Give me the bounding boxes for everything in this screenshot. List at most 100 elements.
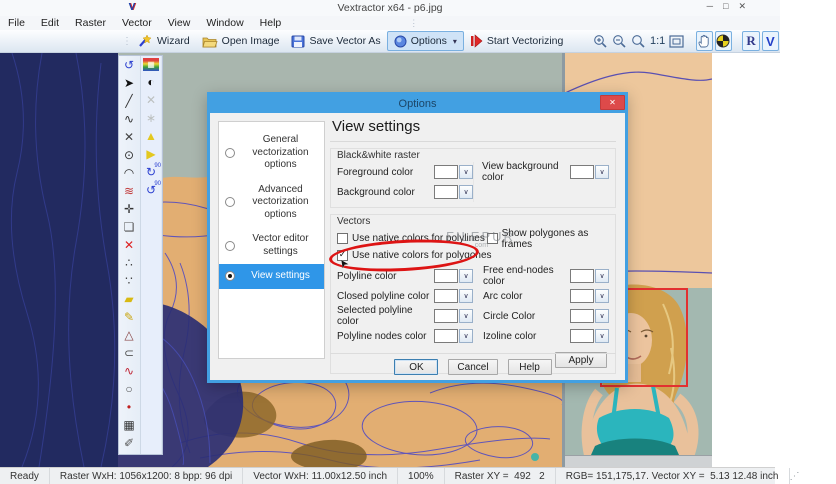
pan-move-icon[interactable]: ✛: [119, 200, 139, 218]
checkbox-row[interactable]: ✓ Use native colors for polygones ➤: [328, 236, 609, 275]
cut-eraser-icon[interactable]: ✎: [119, 308, 139, 326]
point-tool-icon[interactable]: •: [119, 398, 139, 416]
move-node-icon[interactable]: ∵: [119, 272, 139, 290]
zoom-window-button[interactable]: [630, 31, 647, 51]
zoom-out-button[interactable]: [611, 31, 628, 51]
color-dropdown[interactable]: ∨: [434, 185, 473, 199]
add-node-icon[interactable]: ∴: [119, 254, 139, 272]
color-dropdown[interactable]: ∨: [434, 165, 473, 179]
maximize-icon[interactable]: □: [723, 1, 728, 12]
options-nav-item[interactable]: General vectorization options: [219, 128, 324, 178]
chevron-down-icon[interactable]: ∨: [459, 289, 473, 303]
chevron-down-icon[interactable]: ∨: [459, 165, 473, 179]
minimize-icon[interactable]: ─: [707, 1, 713, 12]
cancel-button[interactable]: Cancel: [448, 359, 498, 375]
zoom-window-icon: [632, 34, 645, 48]
circle-tool-icon[interactable]: ⊙: [119, 146, 139, 164]
eraser-icon[interactable]: ▰: [119, 290, 139, 308]
rotate-ccw-icon[interactable]: ↺ 90: [141, 181, 161, 199]
crossed-tools-icon[interactable]: ✕: [141, 91, 161, 109]
open-image-button[interactable]: Open Image: [196, 31, 286, 51]
color-dropdown[interactable]: ∨: [570, 329, 609, 343]
chevron-down-icon[interactable]: ∨: [459, 269, 473, 283]
wizard-button[interactable]: Wizard: [132, 31, 196, 51]
chevron-down-icon[interactable]: ∨: [459, 309, 473, 323]
radio-button-icon[interactable]: [225, 240, 235, 251]
color-dropdown[interactable]: ∨: [434, 309, 473, 323]
start-vectorizing-button[interactable]: Start Vectorizing: [464, 31, 569, 51]
chevron-down-icon[interactable]: ∨: [459, 185, 473, 199]
color-dropdown[interactable]: ∨: [570, 269, 609, 283]
options-nav-item[interactable]: View settings: [219, 264, 324, 289]
zoom-in-button[interactable]: [592, 31, 609, 51]
copy-shape-icon[interactable]: ❏: [119, 218, 139, 236]
color-dropdown[interactable]: ∨: [570, 309, 609, 323]
ok-button[interactable]: OK: [394, 359, 439, 375]
contrast-icon[interactable]: ◐: [141, 73, 161, 91]
color-dropdown[interactable]: ∨: [434, 329, 473, 343]
palette-icon[interactable]: ▦: [143, 58, 159, 71]
center-target-button[interactable]: [714, 31, 733, 51]
smooth-curve-icon[interactable]: ∿: [119, 362, 139, 380]
checkbox-row[interactable]: ✓ Show polygones as frames ➤: [486, 228, 609, 250]
dropdown-arrow-icon[interactable]: ▾: [453, 37, 457, 46]
chevron-down-icon[interactable]: ∨: [595, 329, 609, 343]
radio-button-icon[interactable]: [225, 147, 235, 158]
rotate-cw-icon[interactable]: ↻ 90: [141, 163, 161, 181]
polyline-tool-icon[interactable]: ∿: [119, 110, 139, 128]
status-segment: RGB= 151,175,17. Vector XY = 5.13 12.48 …: [556, 468, 790, 484]
help-button[interactable]: Help: [507, 359, 552, 375]
flip-horizontal-icon[interactable]: ▲: [141, 127, 161, 145]
open-image-label: Open Image: [221, 35, 280, 47]
color-dropdown[interactable]: ∨: [434, 289, 473, 303]
menu-item[interactable]: Help: [252, 17, 290, 29]
line-tool-icon[interactable]: ╱: [119, 92, 139, 110]
menu-item[interactable]: View: [160, 17, 199, 29]
arc-nodes-icon[interactable]: ⊂: [119, 344, 139, 362]
zoom-actual-size-button[interactable]: 1:1: [649, 31, 666, 51]
grid-icon[interactable]: ▦: [119, 416, 139, 434]
spray-icon[interactable]: ∗: [141, 109, 161, 127]
flip-vertical-icon[interactable]: ▶: [141, 145, 161, 163]
dialog-title-bar[interactable]: Options ✕: [209, 94, 626, 113]
options-nav-item[interactable]: Vector editor settings: [219, 227, 324, 264]
ellipse-node-icon[interactable]: ○: [119, 380, 139, 398]
close-icon[interactable]: ✕: [738, 1, 746, 12]
options-nav-item[interactable]: Advanced vectorization options: [219, 178, 324, 228]
color-dropdown[interactable]: ∨: [434, 269, 473, 283]
menu-item[interactable]: Raster: [67, 17, 114, 29]
vector-view-button[interactable]: V: [761, 31, 779, 51]
chevron-down-icon[interactable]: ∨: [595, 269, 609, 283]
checkbox-icon[interactable]: ✓: [337, 233, 348, 244]
menu-item[interactable]: File: [0, 17, 33, 29]
dialog-content: View settings Black&white raster Foregro…: [328, 116, 616, 374]
pan-hand-button[interactable]: [695, 31, 713, 51]
chevron-down-icon[interactable]: ∨: [595, 165, 609, 179]
fit-to-window-button[interactable]: [668, 31, 685, 51]
menu-item[interactable]: Vector: [114, 17, 160, 29]
select-cursor-icon[interactable]: ➤: [119, 74, 139, 92]
color-dropdown[interactable]: ∨: [570, 165, 609, 179]
color-dropdown[interactable]: ∨: [570, 289, 609, 303]
chevron-down-icon[interactable]: ∨: [595, 289, 609, 303]
undo-icon[interactable]: ↺: [119, 56, 139, 74]
colored-polyline-icon[interactable]: ≋: [119, 182, 139, 200]
raster-view-button[interactable]: R: [742, 31, 760, 51]
delete-icon[interactable]: ✕: [119, 236, 139, 254]
pin-tool-icon[interactable]: ✐: [119, 434, 139, 452]
menu-item[interactable]: Edit: [33, 17, 67, 29]
dialog-close-button[interactable]: ✕: [600, 95, 625, 110]
resize-grip-icon[interactable]: ⋰: [790, 471, 800, 482]
chevron-down-icon[interactable]: ∨: [595, 309, 609, 323]
checkbox-row[interactable]: ✓ Use native colors for polylines ➤: [337, 230, 487, 247]
radio-button-icon[interactable]: [225, 271, 235, 282]
save-vector-as-button[interactable]: Save Vector As: [285, 31, 386, 51]
simplify-triangle-icon[interactable]: △: [119, 326, 139, 344]
edit-nodes-icon[interactable]: ✕: [119, 128, 139, 146]
options-button[interactable]: Options ▾: [386, 31, 464, 51]
chevron-down-icon[interactable]: ∨: [459, 329, 473, 343]
radio-button-icon[interactable]: [225, 197, 235, 208]
menu-item[interactable]: Window: [198, 17, 251, 29]
checkbox-icon[interactable]: ✓: [486, 233, 498, 244]
arc-tool-icon[interactable]: ◠: [119, 164, 139, 182]
